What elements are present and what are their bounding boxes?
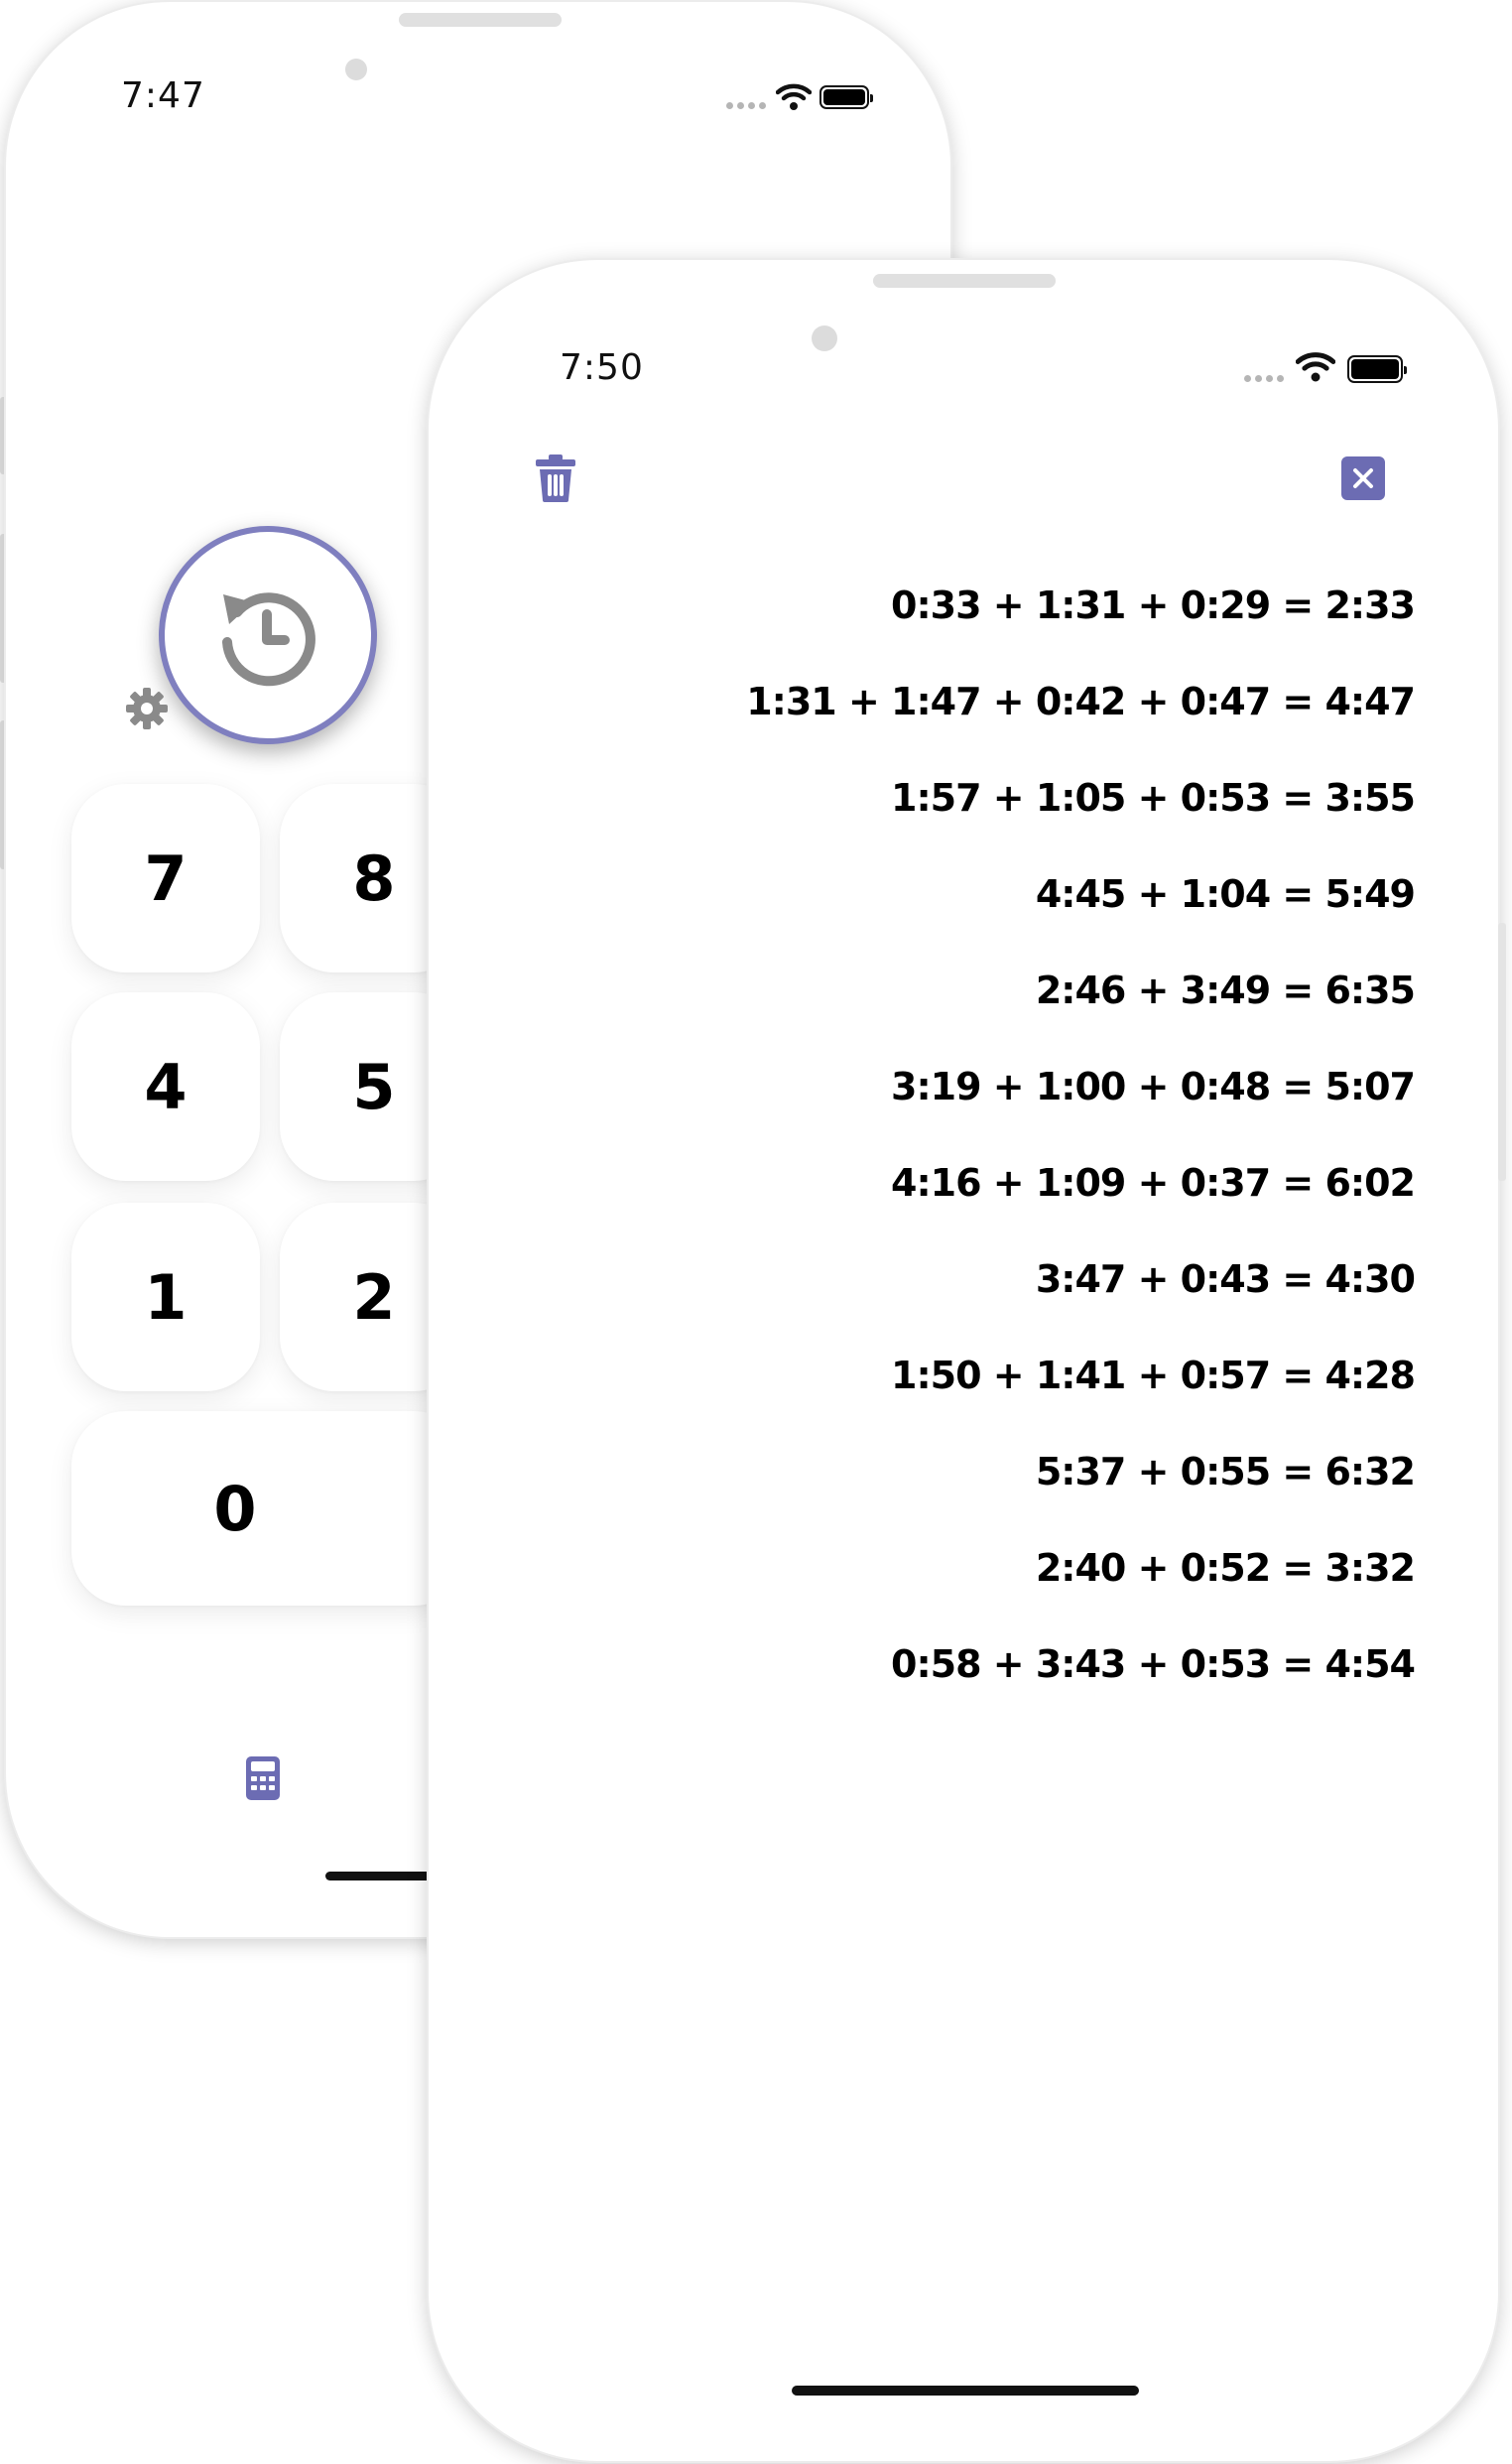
history-entry[interactable]: 1:57 + 1:05 + 0:53 = 3:55 [891,768,1416,828]
history-icon [222,592,315,687]
history-entry[interactable]: 0:58 + 3:43 + 0:53 = 4:54 [891,1634,1416,1694]
key-0[interactable]: 0 [71,1411,468,1606]
gear-icon[interactable] [125,687,169,730]
key-7[interactable]: 7 [71,784,260,973]
wifi-icon [1296,352,1335,382]
key-1[interactable]: 1 [71,1203,260,1391]
history-entry[interactable]: 1:50 + 1:41 + 0:57 = 4:28 [891,1346,1416,1405]
history-entry[interactable]: 2:40 + 0:52 = 3:32 [1036,1538,1416,1598]
front-phone: 7:50 0:33 + 1:31 + 0:29 = 2:33 1:31 + 1:… [429,260,1498,2461]
key-4[interactable]: 4 [71,992,260,1181]
cellular-signal-icon [1244,375,1284,382]
front-camera [345,59,367,80]
history-entry[interactable]: 1:31 + 1:47 + 0:42 + 0:47 = 4:47 [746,672,1416,731]
calculator-icon[interactable] [246,1756,280,1800]
front-camera [812,325,837,351]
history-entry[interactable]: 4:16 + 1:09 + 0:37 = 6:02 [891,1153,1416,1213]
history-entry[interactable]: 3:19 + 1:00 + 0:48 = 5:07 [891,1057,1416,1116]
history-entry[interactable]: 2:46 + 3:49 = 6:35 [1036,961,1416,1020]
status-time: 7:47 [121,75,205,116]
battery-icon [819,85,873,109]
history-button[interactable] [159,526,377,744]
trash-icon [536,454,575,502]
history-entry[interactable]: 0:33 + 1:31 + 0:29 = 2:33 [891,576,1416,635]
history-list: 0:33 + 1:31 + 0:29 = 2:33 1:31 + 1:47 + … [528,576,1416,1687]
front-phone-power-button [1498,923,1506,1181]
speaker-grille [873,274,1056,288]
history-entry[interactable]: 5:37 + 0:55 = 6:32 [1036,1442,1416,1501]
delete-history-button[interactable] [532,451,579,506]
cellular-signal-icon [726,102,766,109]
history-entry[interactable]: 3:47 + 0:43 = 4:30 [1036,1249,1416,1309]
home-indicator [792,2386,1139,2396]
speaker-grille [399,13,562,27]
close-icon [1341,456,1385,500]
status-time: 7:50 [560,347,644,388]
battery-icon [1347,355,1407,383]
history-entry[interactable]: 4:45 + 1:04 = 5:49 [1036,864,1416,924]
close-button[interactable] [1341,456,1385,500]
wifi-icon [776,83,812,110]
